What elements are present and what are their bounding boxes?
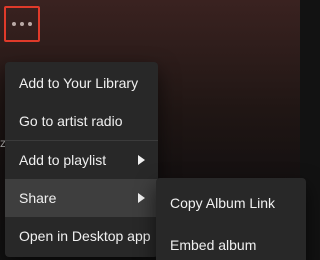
menu-item-add-to-library[interactable]: Add to Your Library <box>5 64 158 102</box>
context-menu: Add to Your Library Go to artist radio A… <box>5 62 158 257</box>
menu-item-embed-album[interactable]: Embed album <box>156 224 306 260</box>
menu-item-add-to-playlist[interactable]: Add to playlist <box>5 141 158 179</box>
share-submenu: Copy Album Link Embed album <box>156 178 306 260</box>
chevron-right-icon <box>138 193 145 203</box>
menu-item-go-to-artist-radio[interactable]: Go to artist radio <box>5 102 158 140</box>
menu-item-label: Add to playlist <box>19 152 107 168</box>
menu-item-label: Go to artist radio <box>19 113 123 129</box>
menu-item-copy-album-link[interactable]: Copy Album Link <box>156 182 306 224</box>
menu-item-label: Embed album <box>170 237 257 253</box>
more-horizontal-icon <box>12 22 32 26</box>
menu-item-label: Open in Desktop app <box>19 228 151 244</box>
chevron-right-icon <box>138 155 145 165</box>
more-options-button[interactable] <box>4 6 40 42</box>
menu-item-open-in-desktop-app[interactable]: Open in Desktop app <box>5 217 158 255</box>
menu-item-label: Copy Album Link <box>170 195 276 211</box>
menu-item-label: Share <box>19 190 57 206</box>
menu-item-label: Add to Your Library <box>19 75 139 91</box>
menu-item-share[interactable]: Share <box>5 179 158 217</box>
